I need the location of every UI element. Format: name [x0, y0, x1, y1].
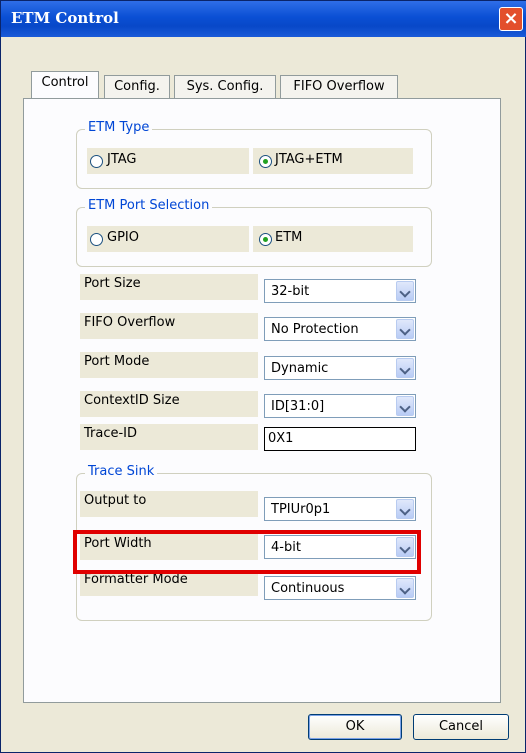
- trace-id-label: Trace-ID: [80, 424, 258, 450]
- port-mode-select[interactable]: Dynamic: [264, 356, 416, 380]
- port-size-value: 32-bit: [271, 284, 310, 299]
- etm-port-label: ETM Port Selection: [85, 198, 213, 213]
- fifo-overflow-value: No Protection: [271, 322, 359, 337]
- output-to-label: Output to: [80, 491, 258, 517]
- port-mode-value: Dynamic: [271, 361, 329, 376]
- close-button[interactable]: ×: [499, 7, 523, 31]
- port-mode-label: Port Mode: [80, 352, 258, 378]
- trace-sink-label: Trace Sink: [85, 464, 158, 479]
- formatter-mode-select[interactable]: Continuous: [264, 576, 416, 600]
- chevron-down-icon[interactable]: [396, 578, 414, 598]
- tab-sys-config[interactable]: Sys. Config.: [174, 75, 276, 99]
- radio-gpio-circle[interactable]: [90, 233, 103, 246]
- highlight-box: [73, 530, 421, 574]
- radio-etm[interactable]: ETM: [253, 226, 413, 252]
- window-title: ETM Control: [11, 9, 119, 27]
- tab-fifo-overflow[interactable]: FIFO Overflow: [280, 75, 398, 99]
- formatter-mode-value: Continuous: [271, 581, 345, 596]
- etm-control-dialog: ETM Control × Control Config. Sys. Confi…: [0, 0, 526, 753]
- contextid-size-value: ID[31:0]: [271, 399, 325, 414]
- radio-etm-circle[interactable]: [259, 233, 272, 246]
- ok-button[interactable]: OK: [308, 714, 402, 740]
- chevron-down-icon[interactable]: [396, 396, 414, 416]
- radio-jtag-etm[interactable]: JTAG+ETM: [253, 148, 413, 174]
- etm-type-group: ETM Type JTAG JTAG+ETM: [76, 120, 432, 189]
- radio-jtag-etm-label: JTAG+ETM: [275, 152, 343, 167]
- cancel-button[interactable]: Cancel: [413, 714, 509, 740]
- etm-port-group: ETM Port Selection GPIO ETM: [76, 198, 432, 267]
- radio-jtag-label: JTAG: [107, 152, 137, 167]
- chevron-down-icon[interactable]: [396, 499, 414, 519]
- output-to-value: TPIUr0p1: [271, 502, 331, 517]
- radio-jtag[interactable]: JTAG: [87, 148, 249, 174]
- contextid-size-select[interactable]: ID[31:0]: [264, 394, 416, 418]
- etm-type-label: ETM Type: [85, 120, 153, 135]
- tab-panel: ETM Type JTAG JTAG+ETM ETM Port Selectio…: [23, 98, 501, 703]
- radio-etm-label: ETM: [275, 230, 303, 245]
- contextid-size-label: ContextID Size: [80, 391, 258, 417]
- trace-id-input[interactable]: 0X1: [264, 427, 416, 451]
- title-bar[interactable]: ETM Control ×: [1, 1, 526, 37]
- fifo-overflow-label: FIFO Overflow: [80, 313, 258, 339]
- port-size-label: Port Size: [80, 274, 258, 300]
- chevron-down-icon[interactable]: [396, 319, 414, 339]
- radio-gpio-label: GPIO: [107, 230, 139, 245]
- radio-gpio[interactable]: GPIO: [87, 226, 249, 252]
- tab-control[interactable]: Control: [31, 71, 99, 99]
- chevron-down-icon[interactable]: [396, 281, 414, 301]
- radio-jtag-circle[interactable]: [90, 155, 103, 168]
- radio-jtag-etm-circle[interactable]: [259, 155, 272, 168]
- output-to-select[interactable]: TPIUr0p1: [264, 497, 416, 521]
- chevron-down-icon[interactable]: [396, 358, 414, 378]
- port-size-select[interactable]: 32-bit: [264, 279, 416, 303]
- tab-config[interactable]: Config.: [104, 75, 170, 99]
- fifo-overflow-select[interactable]: No Protection: [264, 317, 416, 341]
